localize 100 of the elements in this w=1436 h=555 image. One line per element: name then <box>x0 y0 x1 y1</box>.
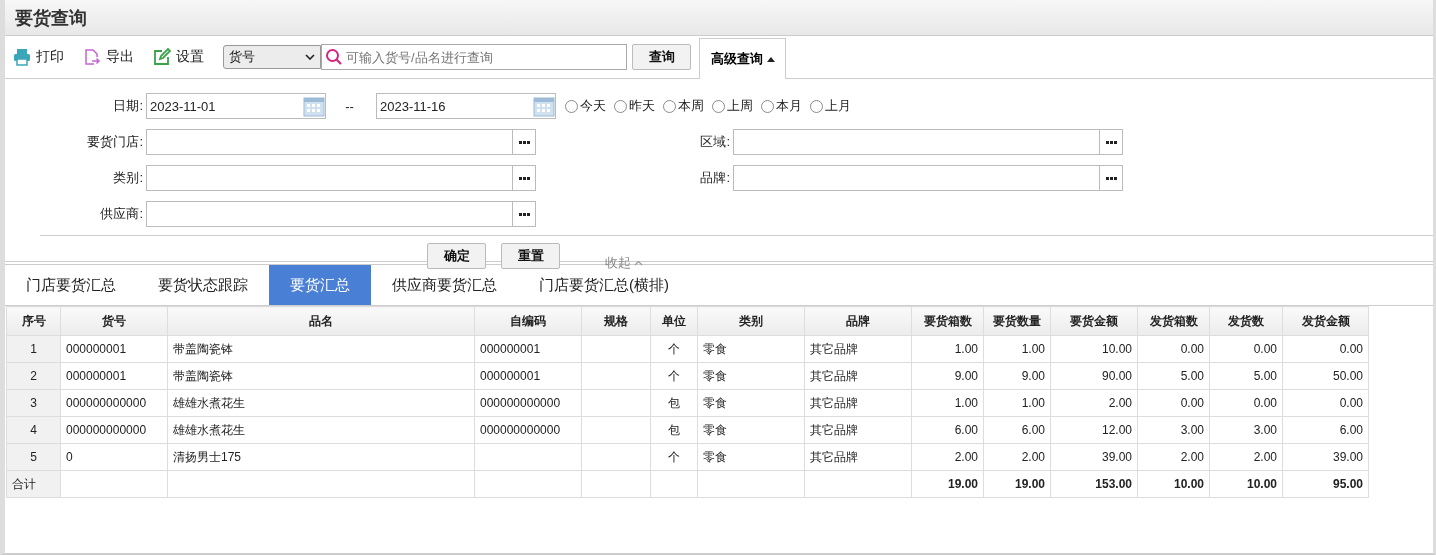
table-cell: 0 <box>60 443 168 471</box>
query-button[interactable]: 查询 <box>632 44 691 70</box>
table-cell: 10.00 <box>1050 335 1138 363</box>
field-label: 要货门店: <box>86 133 143 151</box>
table-cell <box>581 389 651 417</box>
table-cell: 1.00 <box>911 335 984 363</box>
column-header: 要货数量 <box>983 306 1051 336</box>
toolbar-button[interactable]: 打印 <box>13 48 64 66</box>
advanced-search-tab[interactable]: 高级查询 <box>699 38 786 79</box>
page-title: 要货查询 <box>15 6 87 30</box>
ellipsis-icon <box>1105 140 1117 144</box>
table-cell: 其它品牌 <box>804 416 912 444</box>
table-cell: 90.00 <box>1050 362 1138 390</box>
browse-button[interactable] <box>512 129 536 155</box>
table-cell <box>581 362 651 390</box>
table-cell: 零食 <box>697 389 805 417</box>
table-cell: 雄雄水煮花生 <box>167 416 475 444</box>
date-field[interactable]: 2023-11-01 <box>146 93 326 119</box>
lookup-field[interactable] <box>146 129 512 155</box>
total-label: 合计 <box>6 470 61 498</box>
date-separator: -- <box>344 98 355 114</box>
browse-button[interactable] <box>512 165 536 191</box>
column-header: 发货箱数 <box>1137 306 1210 336</box>
date-field[interactable]: 2023-11-16 <box>376 93 556 119</box>
column-header: 类别 <box>697 306 805 336</box>
reset-button[interactable]: 重置 <box>501 243 560 269</box>
lookup-field[interactable] <box>146 201 512 227</box>
table-cell: 3 <box>6 389 61 417</box>
column-header: 规格 <box>581 306 651 336</box>
table-cell: 其它品牌 <box>804 443 912 471</box>
table-cell: 2 <box>6 362 61 390</box>
browse-button[interactable] <box>512 201 536 227</box>
lookup-field[interactable] <box>733 165 1099 191</box>
tab[interactable]: 要货汇总 <box>269 265 371 305</box>
table-cell: 0.00 <box>1209 335 1283 363</box>
table-cell <box>581 335 651 363</box>
table-cell: 000000001 <box>474 335 582 363</box>
total-cell: 10.00 <box>1137 470 1210 498</box>
table-cell: 其它品牌 <box>804 362 912 390</box>
table-cell: 带盖陶瓷钵 <box>167 362 475 390</box>
table-cell: 5.00 <box>1137 362 1210 390</box>
toolbar-button[interactable]: 设置 <box>153 48 204 66</box>
browse-button[interactable] <box>1099 165 1123 191</box>
total-cell: 95.00 <box>1282 470 1369 498</box>
radio-label: 昨天 <box>629 97 655 115</box>
column-header: 单位 <box>650 306 698 336</box>
table-cell: 个 <box>650 335 698 363</box>
table-cell: 000000001 <box>60 335 168 363</box>
table-cell: 1.00 <box>983 335 1051 363</box>
search-type-select[interactable]: 货号 <box>223 45 321 69</box>
column-header: 货号 <box>60 306 168 336</box>
table-cell: 5 <box>6 443 61 471</box>
total-cell: 19.00 <box>911 470 984 498</box>
search-field[interactable]: 可输入货号/品名进行查询 <box>321 44 627 70</box>
radio-label: 本月 <box>776 97 802 115</box>
column-header: 品牌 <box>804 306 912 336</box>
table-cell: 其它品牌 <box>804 389 912 417</box>
table-cell: 包 <box>650 389 698 417</box>
table-cell: 0.00 <box>1282 335 1369 363</box>
table-cell: 其它品牌 <box>804 335 912 363</box>
edit-icon <box>153 48 171 66</box>
export-icon <box>83 48 101 66</box>
table-cell: 000000000000 <box>60 416 168 444</box>
radio-label: 上周 <box>727 97 753 115</box>
lookup-field[interactable] <box>146 165 512 191</box>
column-header: 序号 <box>6 306 61 336</box>
table-cell: 39.00 <box>1050 443 1138 471</box>
table-cell: 000000001 <box>474 362 582 390</box>
tab[interactable]: 要货状态跟踪 <box>137 265 269 305</box>
collapse-link[interactable]: 收起 <box>605 254 643 272</box>
table-cell: 000000001 <box>60 362 168 390</box>
column-header: 要货金额 <box>1050 306 1138 336</box>
toolbar-button[interactable]: 导出 <box>83 48 134 66</box>
ellipsis-icon <box>518 140 530 144</box>
table-cell: 000000000000 <box>474 416 582 444</box>
table-cell: 5.00 <box>1209 362 1283 390</box>
table-cell: 6.00 <box>983 416 1051 444</box>
table-cell: 包 <box>650 416 698 444</box>
search-icon <box>325 48 343 66</box>
field-label: 品牌: <box>699 169 730 187</box>
table-cell: 0.00 <box>1137 389 1210 417</box>
tab[interactable]: 门店要货汇总 <box>5 265 137 305</box>
total-cell: 19.00 <box>983 470 1051 498</box>
table-cell: 个 <box>650 362 698 390</box>
table-cell: 1.00 <box>911 389 984 417</box>
caret-icon <box>766 56 775 62</box>
column-header: 要货箱数 <box>911 306 984 336</box>
table-cell <box>581 416 651 444</box>
table-cell: 9.00 <box>911 362 984 390</box>
table-cell: 50.00 <box>1282 362 1369 390</box>
table-cell: 3.00 <box>1137 416 1210 444</box>
printer-icon <box>13 48 31 66</box>
field-label: 日期: <box>112 97 143 115</box>
chevron-down-icon <box>305 54 315 60</box>
browse-button[interactable] <box>1099 129 1123 155</box>
confirm-button[interactable]: 确定 <box>427 243 486 269</box>
total-cell: 10.00 <box>1209 470 1283 498</box>
radio-label: 上月 <box>825 97 851 115</box>
table-cell: 清扬男士175 <box>167 443 475 471</box>
lookup-field[interactable] <box>733 129 1099 155</box>
